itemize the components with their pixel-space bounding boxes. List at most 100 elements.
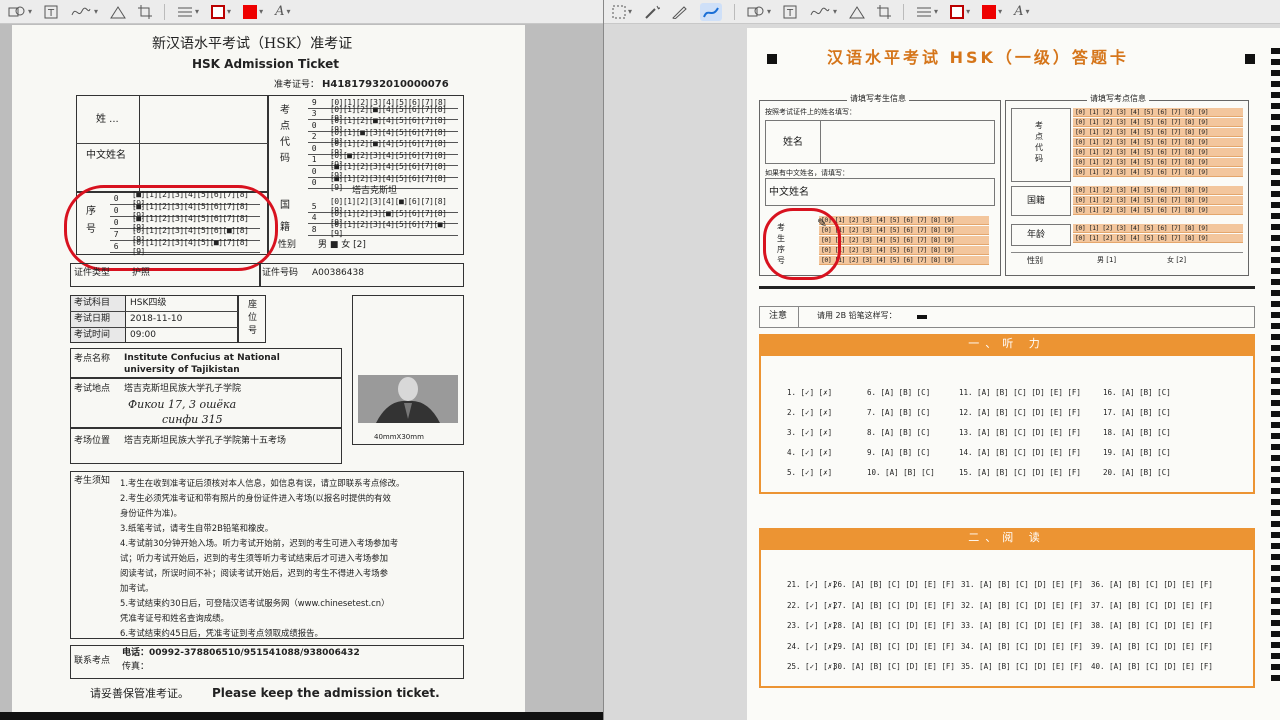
answer-item[interactable]: 40. [A] [B] [C] [D] [E] [F]	[1091, 662, 1213, 671]
answer-item[interactable]: 29. [A] [B] [C] [D] [E] [F]	[833, 642, 955, 651]
bubble-digit: 0	[311, 166, 317, 176]
border-color-icon[interactable]: ▾	[211, 3, 231, 21]
answer-item[interactable]: 6. [A] [B] [C]	[867, 388, 930, 397]
bubble-row: [0] [1] [2] [3] [4] [5] [6] [7] [8] [9]	[1073, 206, 1243, 215]
sign-icon[interactable]: ▾	[809, 3, 837, 21]
fill-color-icon[interactable]: ▾	[243, 3, 263, 21]
shapes-icon[interactable]: ▾	[8, 3, 32, 21]
answer-item[interactable]: 21. [✓] [✗]	[787, 580, 837, 589]
answer-item[interactable]: 25. [✓] [✗]	[787, 662, 837, 671]
answer-item[interactable]: 33. [A] [B] [C] [D] [E] [F]	[961, 621, 1083, 630]
answer-item[interactable]: 31. [A] [B] [C] [D] [E] [F]	[961, 580, 1083, 589]
answer-item[interactable]: 27. [A] [B] [C] [D] [E] [F]	[833, 601, 955, 610]
bubble-digit: 0	[311, 178, 317, 188]
answer-item[interactable]: 30. [A] [B] [C] [D] [E] [F]	[833, 662, 955, 671]
timing-mark	[1271, 169, 1280, 175]
shapes-icon[interactable]: ▾	[747, 3, 771, 21]
sign-icon[interactable]: ▾	[70, 3, 98, 21]
bubble-digit: 5	[311, 201, 317, 211]
gender-female: 女 [2]	[1167, 256, 1187, 264]
answer-item[interactable]: 5. [✓] [✗]	[787, 468, 832, 477]
bubble-digit: 1	[311, 155, 317, 165]
text-icon[interactable]: T	[783, 3, 797, 21]
reading-header: 二、阅 读	[759, 528, 1255, 550]
draw-icon[interactable]	[700, 2, 723, 21]
answer-item[interactable]: 1. [✓] [✗]	[787, 388, 832, 397]
addr-value: 塔吉克斯坦民族大学孔子学院	[124, 384, 242, 394]
answer-item[interactable]: 23. [✓] [✗]	[787, 621, 837, 630]
red-circle-annotation[interactable]	[64, 185, 278, 271]
answer-item[interactable]: 7. [A] [B] [C]	[867, 408, 930, 417]
id-no-label: 证件号码	[262, 268, 299, 278]
answer-item[interactable]: 32. [A] [B] [C] [D] [E] [F]	[961, 601, 1083, 610]
answer-item[interactable]: 22. [✓] [✗]	[787, 601, 837, 610]
line-style-icon[interactable]: ▾	[177, 3, 199, 21]
id-no-value: A00386438	[312, 268, 364, 278]
bubble-row: [0] [1] [2] [3] [4] [5] [6] [7] [8] [9]	[1073, 158, 1243, 167]
cn-name-label: 中文姓名	[769, 187, 809, 198]
timing-mark	[1271, 213, 1280, 219]
room-value: 塔吉克斯坦民族大学孔子学院第十五考场	[124, 436, 287, 446]
answer-item[interactable]: 9. [A] [B] [C]	[867, 448, 930, 457]
answer-item[interactable]: 15. [A] [B] [C] [D] [E] [F]	[959, 468, 1081, 477]
answer-item[interactable]: 24. [✓] [✗]	[787, 642, 837, 651]
answer-item[interactable]: 11. [A] [B] [C] [D] [E] [F]	[959, 388, 1081, 397]
bubble-options: [0][1][2][3][4][5][6][7][■][9]	[329, 220, 447, 239]
sketch-icon[interactable]	[672, 3, 688, 21]
notes-line: 4.考试前30分钟开始入场。听力考试开始前，迟到的考生可进入考场参加考	[120, 538, 399, 548]
answer-item[interactable]: 3. [✓] [✗]	[787, 428, 832, 437]
timing-mark	[1271, 191, 1280, 197]
answer-item[interactable]: 39. [A] [B] [C] [D] [E] [F]	[1091, 642, 1213, 651]
bubble-row: [0] [1] [2] [3] [4] [5] [6] [7] [8] [9]	[819, 226, 989, 235]
answer-item[interactable]: 18. [A] [B] [C]	[1103, 428, 1171, 437]
answer-item[interactable]: 4. [✓] [✗]	[787, 448, 832, 457]
adjust-icon[interactable]	[110, 3, 126, 21]
border-color-icon[interactable]: ▾	[950, 3, 970, 21]
answer-item[interactable]: 36. [A] [B] [C] [D] [E] [F]	[1091, 580, 1213, 589]
answer-item[interactable]: 38. [A] [B] [C] [D] [E] [F]	[1091, 621, 1213, 630]
timing-mark	[1271, 576, 1280, 582]
magic-wand-icon[interactable]	[644, 3, 661, 21]
red-circle-annotation[interactable]	[763, 208, 841, 280]
right-document-window: ▾ ▾ T ▾ ▾ ▾ ▾ A ▾ 汉语水平考试 HSK（一级）答题卡 请填写考生…	[603, 0, 1280, 720]
crop-icon[interactable]	[138, 3, 153, 21]
answer-item[interactable]: 13. [A] [B] [C] [D] [E] [F]	[959, 428, 1081, 437]
answer-item[interactable]: 16. [A] [B] [C]	[1103, 388, 1171, 397]
timing-mark	[1271, 257, 1280, 263]
notes-line: 身份证件为准)。	[120, 508, 182, 518]
text-icon[interactable]: T	[44, 3, 58, 21]
timing-mark	[1271, 455, 1280, 461]
answer-item[interactable]: 28. [A] [B] [C] [D] [E] [F]	[833, 621, 955, 630]
fill-color-icon[interactable]: ▾	[982, 3, 1002, 21]
cn-name-label: 中文姓名	[86, 150, 126, 161]
font-icon[interactable]: A ▾	[1014, 3, 1029, 21]
timing-mark	[1271, 290, 1280, 296]
answer-item[interactable]: 35. [A] [B] [C] [D] [E] [F]	[961, 662, 1083, 671]
answer-item[interactable]: 19. [A] [B] [C]	[1103, 448, 1171, 457]
timing-mark	[1271, 664, 1280, 670]
timing-mark	[1271, 279, 1280, 285]
selection-icon[interactable]: ▾	[612, 3, 632, 21]
bubble-row: [0] [1] [2] [3] [4] [5] [6] [7] [8] [9]	[1073, 148, 1243, 157]
gender-value: 男 ■ 女 [2]	[318, 240, 366, 250]
ticket-title-en: HSK Admission Ticket	[192, 57, 339, 71]
answer-item[interactable]: 34. [A] [B] [C] [D] [E] [F]	[961, 642, 1083, 651]
date-value: 2018-11-10	[130, 314, 183, 324]
answer-item[interactable]: 14. [A] [B] [C] [D] [E] [F]	[959, 448, 1081, 457]
timing-mark	[1271, 642, 1280, 648]
answer-item[interactable]: 26. [A] [B] [C] [D] [E] [F]	[833, 580, 955, 589]
answer-item[interactable]: 37. [A] [B] [C] [D] [E] [F]	[1091, 601, 1213, 610]
crop-icon[interactable]	[877, 3, 892, 21]
answer-item[interactable]: 12. [A] [B] [C] [D] [E] [F]	[959, 408, 1081, 417]
answer-item[interactable]: 17. [A] [B] [C]	[1103, 408, 1171, 417]
notes-line: 阅读考试，所误时间不补；阅读考试开始后，迟到的考生不得进入考场参	[120, 568, 388, 578]
adjust-icon[interactable]	[849, 3, 865, 21]
answer-item[interactable]: 20. [A] [B] [C]	[1103, 468, 1171, 477]
answer-item[interactable]: 2. [✓] [✗]	[787, 408, 832, 417]
answer-item[interactable]: 8. [A] [B] [C]	[867, 428, 930, 437]
line-style-icon[interactable]: ▾	[916, 3, 938, 21]
svg-text:T: T	[786, 8, 794, 19]
timing-mark	[1271, 433, 1280, 439]
font-icon[interactable]: A ▾	[275, 3, 290, 21]
answer-item[interactable]: 10. [A] [B] [C]	[867, 468, 935, 477]
